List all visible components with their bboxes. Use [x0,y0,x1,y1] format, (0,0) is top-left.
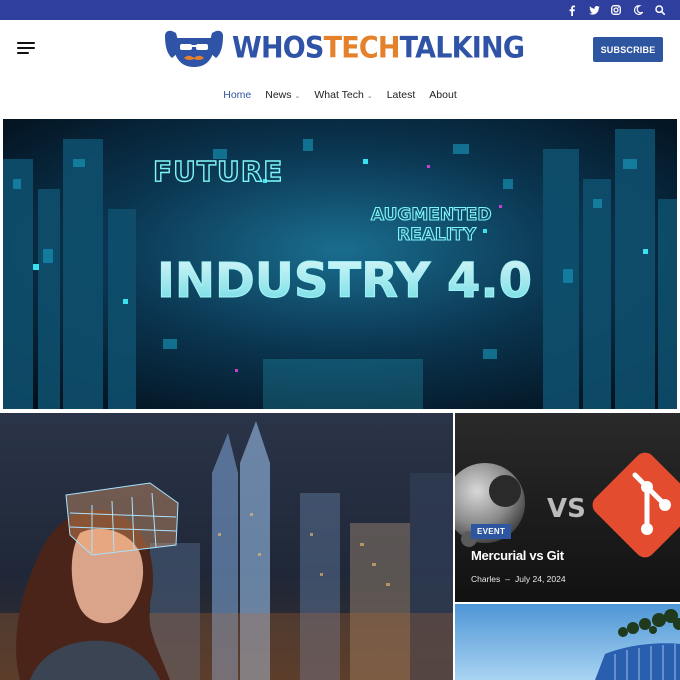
hero-image[interactable]: FUTURE AUGMENTED REALITY INDUSTRY 4.0 [3,119,677,409]
post-card-2[interactable] [455,604,680,680]
logo-text-part1: WHOS [232,31,324,66]
instagram-icon[interactable] [610,4,622,16]
chevron-down-icon: ⌄ [366,93,373,100]
subscribe-button[interactable]: SUBSCRIBE [593,37,663,62]
twitter-icon[interactable] [588,4,600,16]
social-icons [566,0,666,20]
facebook-icon[interactable] [566,4,578,16]
search-icon[interactable] [654,4,666,16]
vs-text: VS [547,494,586,524]
nav-item-about[interactable]: About [429,89,456,101]
nav-item-home[interactable]: Home [223,89,251,101]
nav-item-what-tech[interactable]: What Tech ⌄ [314,89,372,101]
logo-text: WHOSTECHTALKING [232,26,525,71]
meta-separator: – [505,574,511,584]
post-image [455,604,680,680]
post-author-link[interactable]: Charles [471,574,500,584]
mascot-logo-icon [165,30,223,67]
menu-icon[interactable] [17,42,35,54]
post-title[interactable]: Mercurial vs Git [471,548,564,563]
nav-item-label: News [265,89,292,101]
main-nav: Home News ⌄ What Tech ⌄ Latest About [0,83,680,107]
category-badge[interactable]: EVENT [471,524,512,539]
featured-post-card[interactable] [0,413,453,680]
nav-item-label: Latest [386,89,416,101]
nav-item-label: What Tech [314,89,364,101]
logo-text-part3: TALKING [399,31,525,66]
hero-text-industry: INDUSTRY 4.0 [157,253,532,309]
logo-text-part2: TECH [323,31,401,66]
hero-text-augmented: AUGMENTED [371,205,491,225]
nav-item-label: Home [223,89,252,101]
post-meta: Charles – July 24, 2024 [471,574,566,584]
nav-item-label: About [429,89,457,101]
hero-text-reality: REALITY [397,225,477,245]
featured-post-image [0,413,453,680]
nav-item-news[interactable]: News ⌄ [265,89,300,101]
moon-icon[interactable] [632,4,644,16]
site-header: WHOSTECHTALKING SUBSCRIBE [0,20,680,80]
post-date: July 24, 2024 [515,574,566,584]
top-bar [0,0,680,20]
chevron-down-icon: ⌄ [294,93,301,100]
site-logo[interactable]: WHOSTECHTALKING [162,26,525,71]
nav-item-latest[interactable]: Latest [387,89,416,101]
hero-text-future: FUTURE [153,155,283,188]
